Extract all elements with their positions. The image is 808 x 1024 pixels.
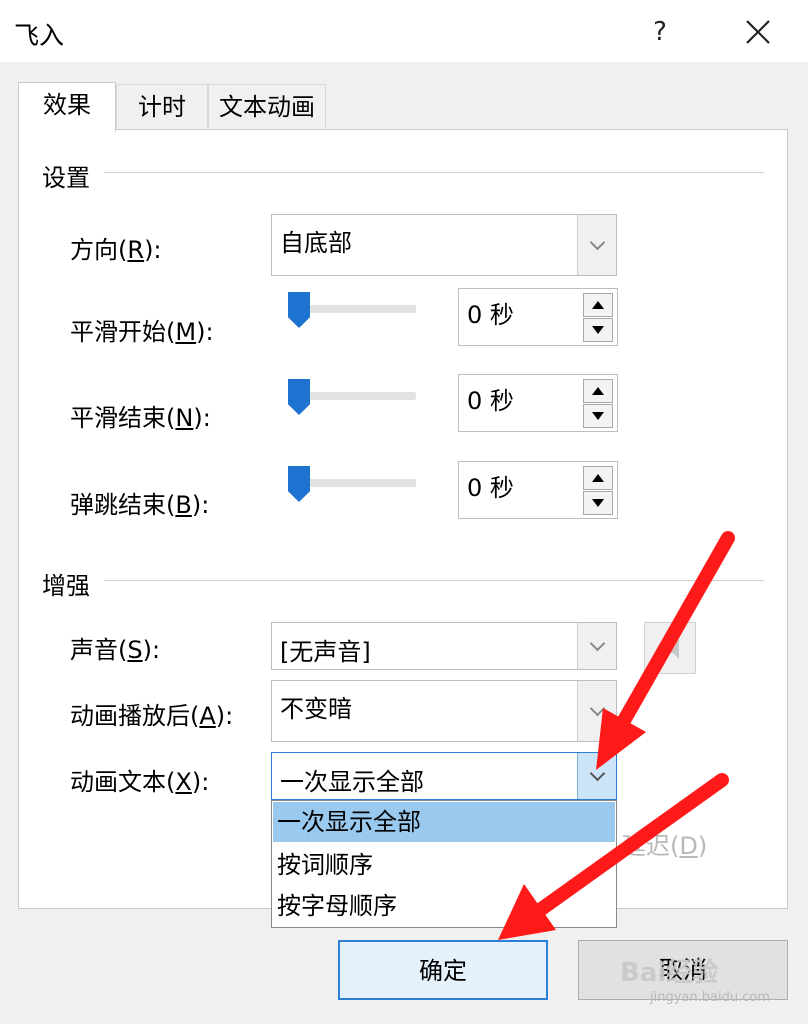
dropdown-option-by-word[interactable]: 按词顺序 [273, 845, 615, 885]
smooth-start-spinner[interactable]: 0 秒 [458, 288, 618, 346]
bounce-end-value: 0 秒 [467, 474, 514, 502]
close-button[interactable] [738, 14, 778, 50]
window-title: 飞入 [14, 21, 65, 50]
smooth-end-value: 0 秒 [467, 387, 514, 415]
animate-text-dropdown-button[interactable] [577, 753, 616, 799]
tab-timing[interactable]: 计时 [116, 84, 208, 128]
smooth-start-value: 0 秒 [467, 301, 514, 329]
animate-text-label: 动画文本(X): [70, 768, 210, 796]
direction-value: 自底部 [280, 229, 352, 257]
arrow-up-icon [592, 301, 604, 309]
smooth-end-up-button[interactable] [583, 379, 613, 403]
arrow-down-icon [592, 499, 604, 507]
chevron-down-icon [589, 700, 605, 716]
after-animation-dropdown-button[interactable] [577, 681, 616, 741]
arrow-down-icon [592, 326, 604, 334]
tab-text-animation[interactable]: 文本动画 [208, 84, 326, 128]
dropdown-option-by-letter[interactable]: 按字母顺序 [273, 886, 615, 926]
ok-button[interactable]: 确定 [338, 940, 548, 1000]
chevron-down-icon [589, 234, 605, 250]
after-animation-select[interactable]: 不变暗 [271, 680, 617, 742]
sound-label: 声音(S): [70, 636, 161, 664]
speaker-icon [667, 639, 679, 659]
direction-select[interactable]: 自底部 [271, 214, 617, 276]
smooth-start-up-button[interactable] [583, 293, 613, 317]
settings-divider [104, 172, 764, 173]
animate-text-select[interactable]: 一次显示全部 [271, 752, 617, 800]
title-bar [0, 0, 808, 62]
chevron-down-icon [589, 635, 605, 651]
sound-dropdown-button[interactable] [577, 623, 616, 669]
sound-select[interactable]: [无声音] [271, 622, 617, 670]
smooth-start-label: 平滑开始(M): [70, 318, 214, 346]
delay-label: 延迟(D) [622, 832, 708, 860]
bounce-end-down-button[interactable] [583, 491, 613, 515]
arrow-up-icon [592, 387, 604, 395]
sound-volume-button[interactable] [644, 622, 696, 674]
chevron-down-icon [589, 765, 605, 781]
after-animation-label: 动画播放后(A): [70, 702, 234, 730]
direction-label: 方向(R): [70, 236, 162, 264]
dropdown-option-all-at-once[interactable]: 一次显示全部 [273, 802, 615, 842]
watermark-logo: Bai经验 [620, 958, 719, 988]
after-animation-value: 不变暗 [280, 695, 352, 723]
enhance-group-title: 增强 [42, 572, 90, 600]
arrow-down-icon [592, 412, 604, 420]
bounce-end-spinner[interactable]: 0 秒 [458, 461, 618, 519]
help-button[interactable]: ? [640, 14, 680, 50]
bounce-end-label: 弹跳结束(B): [70, 491, 210, 519]
arrow-up-icon [592, 474, 604, 482]
settings-group-title: 设置 [42, 164, 90, 192]
bounce-end-up-button[interactable] [583, 466, 613, 490]
animate-text-value: 一次显示全部 [280, 768, 424, 796]
smooth-end-spinner[interactable]: 0 秒 [458, 374, 618, 432]
direction-dropdown-button[interactable] [577, 215, 616, 275]
animate-text-dropdown-list: 一次显示全部 按词顺序 按字母顺序 [271, 800, 617, 928]
enhance-divider [104, 580, 764, 581]
close-icon [746, 20, 770, 44]
sound-value: [无声音] [280, 638, 371, 666]
smooth-start-down-button[interactable] [583, 318, 613, 342]
smooth-end-label: 平滑结束(N): [70, 404, 211, 432]
tab-effect[interactable]: 效果 [18, 82, 116, 132]
smooth-end-down-button[interactable] [583, 404, 613, 428]
watermark-url: jingyan.baidu.com [650, 990, 770, 1005]
